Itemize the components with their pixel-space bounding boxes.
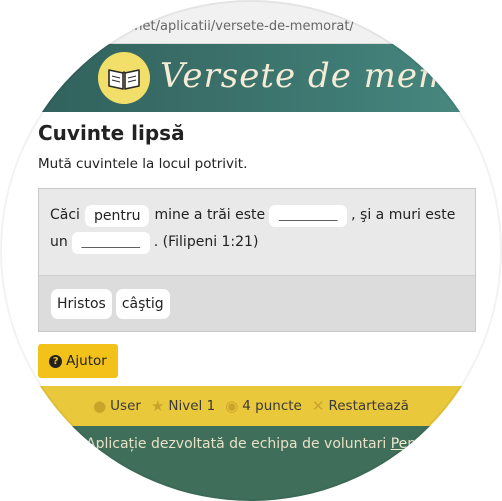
page-title: Cuvinte lipsă <box>38 121 185 145</box>
restart-button[interactable]: ✕ Restartează <box>312 397 409 415</box>
user-label: User <box>110 398 141 414</box>
question-circle-icon: ? <box>49 354 63 368</box>
placed-word-chip[interactable]: pentru <box>84 204 150 227</box>
help-button-label: Ajutor <box>66 353 107 369</box>
blank-slot[interactable]: _________ <box>269 204 348 227</box>
open-book-icon <box>98 52 150 104</box>
word-option-hristos[interactable]: Hristos <box>51 288 112 319</box>
close-icon: ✕ <box>311 397 325 415</box>
points-indicator: ◉ 4 puncte <box>225 397 302 415</box>
verse-segment: Căci <box>50 207 80 223</box>
restart-label: Restartează <box>328 398 409 414</box>
instruction-text: Mută cuvintele la locul potrivit. <box>38 156 248 172</box>
verse-segment: mine a trăi este <box>154 207 266 223</box>
app-title[interactable]: Versete de memorat <box>160 56 502 96</box>
app-banner: Versete de memorat <box>0 44 502 112</box>
word-option-castig[interactable]: câştig <box>115 288 170 319</box>
word-bank: Hristos câştig <box>39 275 475 331</box>
url-text[interactable]: er.net/aplicatii/versete-de-memorat/ <box>118 19 354 34</box>
star-icon: ★ <box>150 397 165 415</box>
verse-segment: un <box>50 234 68 250</box>
user-status-bar: ● User ★ Nivel 1 ◉ 4 puncte ✕ Restarteaz… <box>0 386 502 426</box>
coins-icon: ◉ <box>225 397 239 415</box>
verse-segment: , şi a muri este <box>351 207 456 223</box>
footer-credits: Aplicație dezvoltată de echipa de volunt… <box>0 426 502 501</box>
screenshot-viewport: er.net/aplicatii/versete-de-memorat/ Ver… <box>0 0 502 501</box>
help-button[interactable]: ? Ajutor <box>38 344 118 378</box>
level-label: Nivel 1 <box>168 398 216 414</box>
exercise-panel: Căci pentru mine a trăi este _________ ,… <box>38 188 476 332</box>
credits-text: Aplicație dezvoltată de echipa de volunt… <box>86 436 387 452</box>
browser-address-bar[interactable]: er.net/aplicatii/versete-de-memorat/ <box>0 0 502 44</box>
blank-slot[interactable]: _________ <box>71 231 150 254</box>
user-icon: ● <box>93 397 107 415</box>
user-link[interactable]: ● User <box>93 397 141 415</box>
level-indicator: ★ Nivel 1 <box>151 397 215 415</box>
credits-link[interactable]: Pentru C <box>391 436 451 452</box>
points-label: 4 puncte <box>242 398 302 414</box>
verse-reference: . (Filipeni 1:21) <box>153 234 259 250</box>
verse-text: Căci pentru mine a trăi este _________ ,… <box>50 202 470 256</box>
